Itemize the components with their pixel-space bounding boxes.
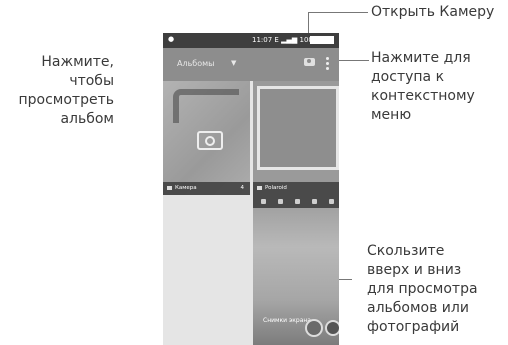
album-label: Polaroid	[253, 182, 339, 195]
callout-line: Скользите	[367, 243, 445, 259]
battery-icon	[310, 36, 334, 44]
album-name: Снимки экрана	[263, 317, 311, 324]
callout-line: для просмотра	[367, 281, 478, 297]
notification-icon: ●	[168, 35, 175, 43]
callout-line: чтобы	[69, 73, 114, 89]
album-tile-screenshots[interactable]: Снимки экрана	[253, 195, 339, 345]
context-menu-callout: Нажмите для доступа к контекстному меню	[371, 49, 507, 125]
display-icon	[295, 199, 300, 204]
camera-connector-line	[308, 12, 368, 13]
edit-icon	[329, 199, 334, 204]
callout-line: вверх и вниз	[367, 262, 462, 278]
camera-small-icon	[167, 186, 172, 190]
album-tile-polaroid[interactable]: Polaroid	[253, 81, 339, 195]
status-bar: ● 11:07 E ▂▄▆ 100 %	[163, 33, 339, 48]
camera-album-icon	[197, 131, 223, 150]
callout-line: альбом	[60, 111, 114, 127]
album-name: Polaroid	[265, 185, 287, 191]
callout-line: меню	[371, 107, 412, 123]
more-options-icon[interactable]	[326, 57, 329, 70]
album-name: Камера	[175, 185, 197, 191]
album-count: 4	[240, 185, 245, 191]
app-bar: Альбомы ▼	[163, 48, 339, 81]
quick-settings-strip	[253, 195, 339, 208]
photo-content	[173, 89, 239, 123]
callout-line: Нажмите для	[371, 50, 471, 66]
open-camera-callout: Открыть Камеру	[371, 4, 495, 20]
callout-line: Нажмите,	[41, 54, 114, 70]
network-type: E	[274, 36, 279, 44]
callout-line: контекстному	[371, 88, 475, 104]
phone-screen: ● 11:07 E ▂▄▆ 100 % Альбомы ▼ Камера 4 P…	[163, 33, 339, 345]
swipe-callout: Скользите вверх и вниз для просмотра аль…	[367, 242, 507, 337]
camera-icon[interactable]	[304, 58, 315, 66]
minus-fab-icon[interactable]	[325, 320, 339, 336]
settings-fab-icon[interactable]	[305, 319, 323, 337]
album-tile-camera[interactable]: Камера 4	[163, 81, 250, 195]
settings-icon	[261, 199, 266, 204]
callout-line: доступа к	[371, 69, 445, 85]
dropdown-arrow-icon[interactable]: ▼	[231, 59, 236, 67]
photo-content	[257, 86, 339, 170]
album-label: Камера 4	[163, 182, 250, 195]
sound-icon	[278, 199, 283, 204]
callout-line: альбомов или	[367, 300, 469, 316]
callout-line: просмотреть	[18, 92, 115, 108]
image-icon	[312, 199, 317, 204]
folder-icon	[257, 186, 262, 190]
signal-icon: ▂▄▆	[281, 36, 298, 44]
callout-line: фотографий	[367, 319, 460, 335]
clock: 11:07	[252, 36, 273, 44]
albums-dropdown[interactable]: Альбомы	[177, 59, 214, 68]
view-album-callout: Нажмите, чтобы просмотреть альбом	[4, 53, 115, 129]
